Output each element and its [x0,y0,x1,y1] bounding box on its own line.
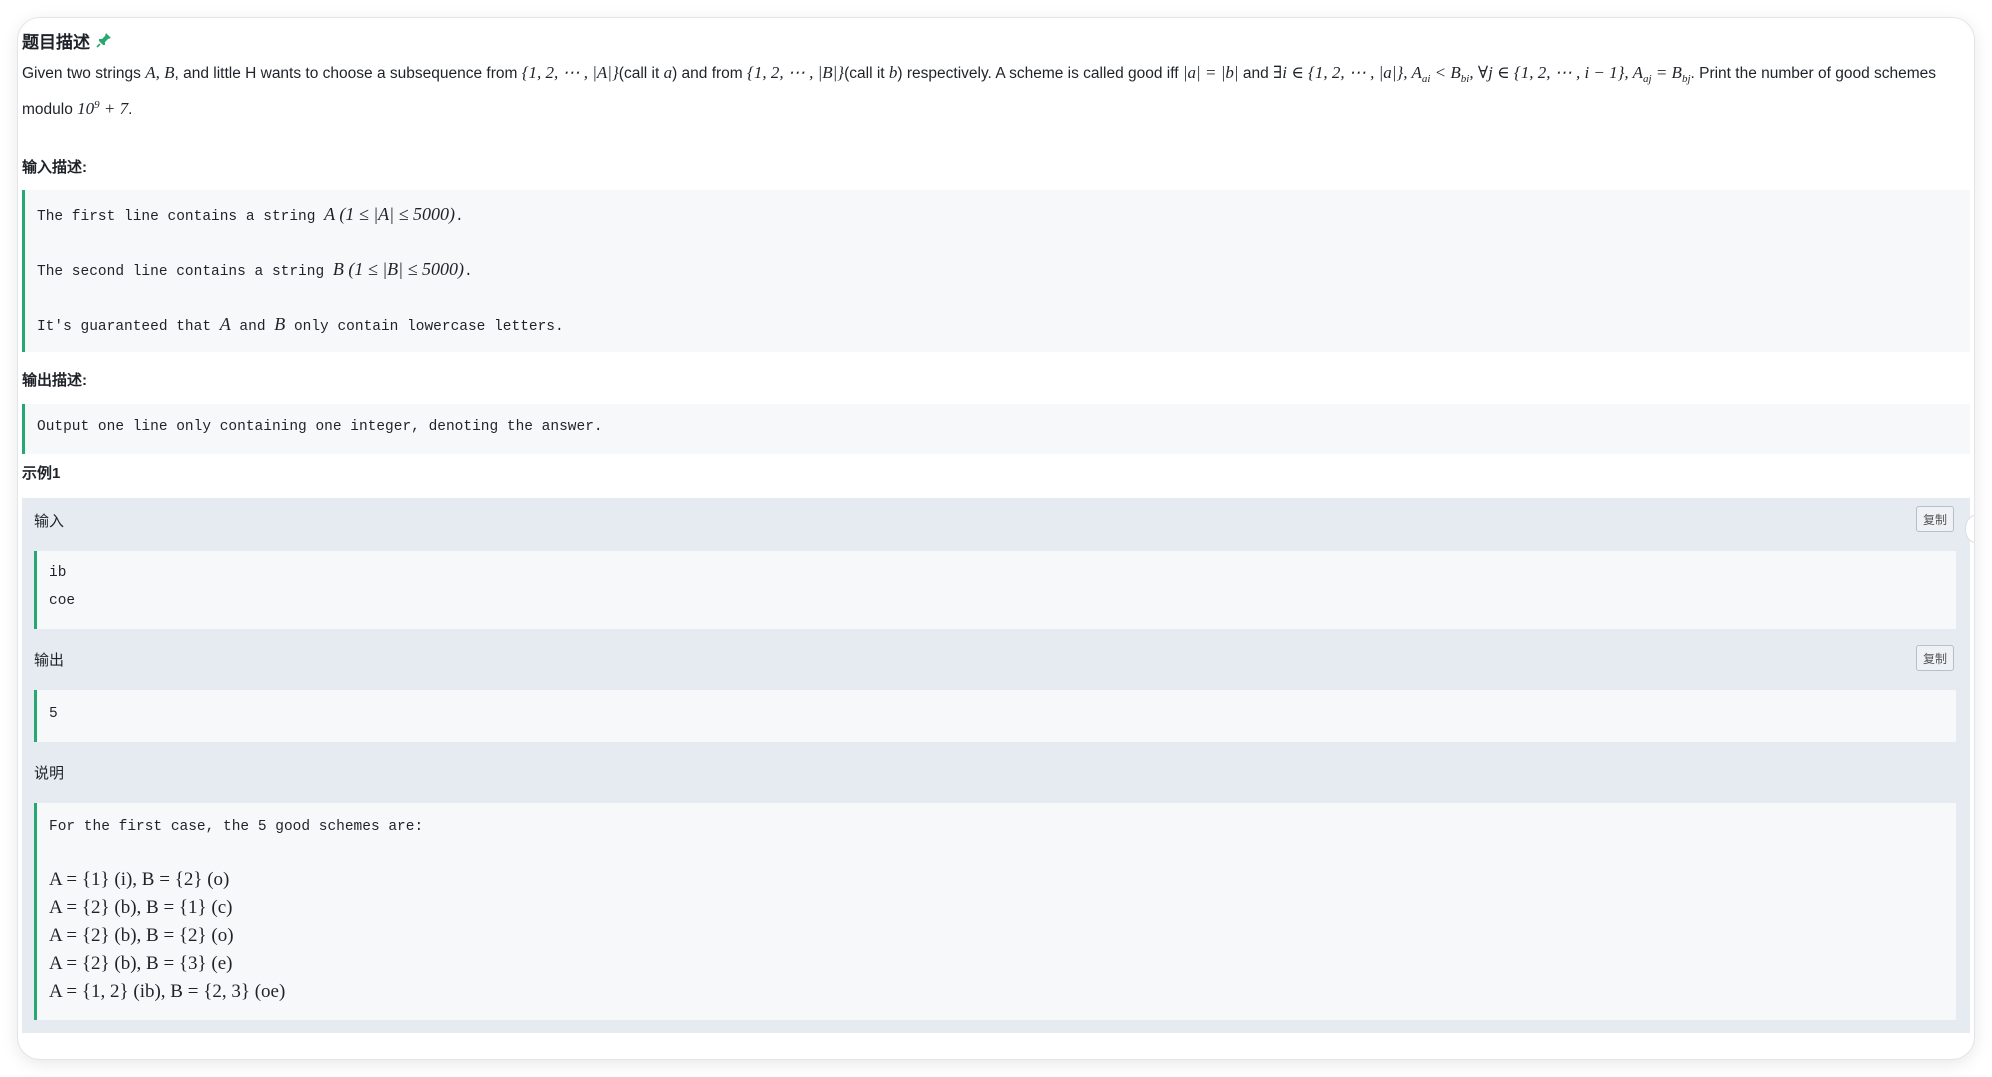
output-description-block: Output one line only containing one inte… [22,404,1970,454]
example-explain-box: For the first case, the 5 good schemes a… [34,803,1956,1020]
copy-input-button[interactable]: 复制 [1916,506,1954,532]
desc-text: ) and from [672,65,748,82]
input-line-2: The second line contains a string B (1 ≤… [37,259,473,280]
desc-text: , and little H wants to choose a subsequ… [174,65,522,82]
scheme-line: A = {2} (b), B = {2} (o) [49,925,234,946]
desc-math: A, B [145,63,175,82]
example-panel: 输入 复制 ib coe 输出 复制 5 说明 For the first ca… [22,498,1970,1033]
example-input-line: coe [49,593,76,609]
input-line-text: . [454,209,464,225]
desc-text: Given two strings [22,65,146,82]
desc-text: ) respectively. A scheme is called good … [897,65,1183,82]
scheme-line: A = {2} (b), B = {1} (c) [49,897,233,918]
desc-math: + 7 [99,99,129,119]
scheme-line: A = {1} (i), B = {2} (o) [49,869,230,890]
input-line-math: A [219,314,231,334]
input-line-text: The first line contains a string [37,209,325,225]
input-line-1: The first line contains a string A (1 ≤ … [37,204,464,225]
example-input-box[interactable]: ib coe [34,551,1956,629]
output-line: Output one line only containing one inte… [37,419,603,435]
scheme-line: A = {1, 2} (ib), B = {2, 3} (oe) [49,981,286,1002]
desc-math-sub: bj [1681,73,1691,86]
desc-text: and [1238,65,1274,82]
desc-math: ∃i ∈ {1, 2, ⋯ , |a|}, A [1273,63,1422,82]
desc-math-sub: aj [1643,73,1652,86]
scheme-line: A = {2} (b), B = {3} (e) [49,953,233,974]
example-explain-head: 说明 [34,765,65,782]
desc-text: . [128,101,133,119]
desc-math: a [663,63,673,82]
input-line-text: only contain lowercase letters. [285,319,564,335]
input-line-text: and [230,319,275,335]
output-description-label: 输出描述: [22,372,87,389]
problem-description: Given two strings A, B, and little H wan… [22,60,1970,123]
copy-output-button[interactable]: 复制 [1916,645,1954,671]
example-title: 示例1 [22,465,61,482]
desc-math: = B [1651,63,1682,82]
pin-icon[interactable] [96,32,112,48]
desc-text: (call it [618,65,664,82]
input-line-math: A (1 ≤ |A| ≤ 5000) [324,204,455,224]
example-input-line: ib [49,565,67,581]
desc-math: {1, 2, ⋯ , |B|} [747,63,845,82]
input-line-math: B (1 ≤ |B| ≤ 5000) [332,259,464,279]
input-description-label: 输入描述: [22,159,87,176]
input-line-text: The second line contains a string [37,264,333,280]
input-line-math: B [274,314,286,334]
example-output-value: 5 [49,706,58,722]
input-description-block: The first line contains a string A (1 ≤ … [22,190,1970,352]
desc-math: 10 [77,99,95,119]
input-line-text: . [464,264,473,280]
problem-frame: 题目描述 Given two strings A, B, and little … [18,18,1974,1059]
title-row: 题目描述 [22,26,112,54]
desc-text: (call it [844,65,889,82]
desc-math: |a| = |b| [1182,63,1239,82]
example-input-head: 输入 [34,513,65,530]
example-output-box[interactable]: 5 [34,690,1956,742]
input-line-text: It's guaranteed that [37,319,220,335]
input-line-3: It's guaranteed that A and B only contai… [37,314,564,335]
problem-title: 题目描述 [22,32,90,52]
desc-math: , ∀j ∈ {1, 2, ⋯ , i − 1}, A [1469,63,1644,82]
desc-math: < B [1430,63,1461,82]
desc-math: {1, 2, ⋯ , |A|} [521,63,619,82]
explain-intro: For the first case, the 5 good schemes a… [49,819,424,835]
example-output-head: 输出 [34,652,65,669]
